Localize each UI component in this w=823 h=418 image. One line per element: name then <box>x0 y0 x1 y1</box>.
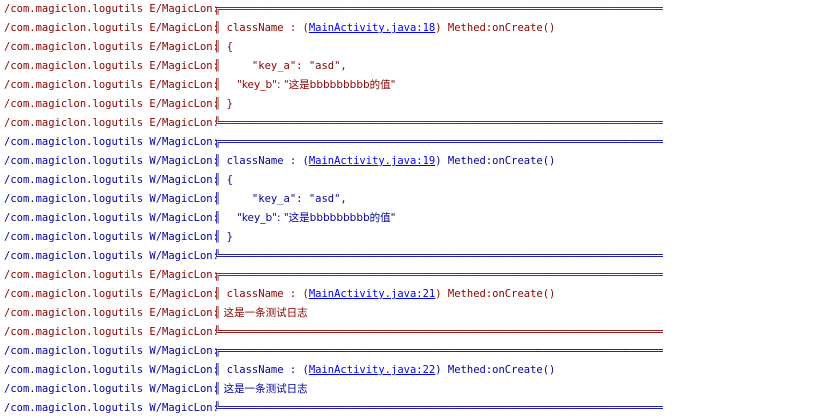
log-tag: /com.magiclon.logutils E/MagicLon: <box>4 288 219 300</box>
log-tag: /com.magiclon.logutils W/MagicLon: <box>4 212 219 224</box>
log-tag: /com.magiclon.logutils E/MagicLon: <box>4 326 219 338</box>
log-line: /com.magiclon.logutils W/MagicLon: ║ clas… <box>0 152 823 171</box>
log-message-suffix: ) Methed:onCreate() <box>435 364 556 376</box>
logcat-output: /com.magiclon.logutils E/MagicLon: ╔═════… <box>0 0 823 417</box>
log-message-suffix: ) Methed:onCreate() <box>435 155 556 167</box>
log-line: /com.magiclon.logutils W/MagicLon: ║ "key… <box>0 190 823 209</box>
log-message: ║ "key_b": "这是bbbbbbbbb的值" <box>214 76 823 95</box>
log-tag: /com.magiclon.logutils E/MagicLon: <box>4 79 219 91</box>
log-line: /com.magiclon.logutils E/MagicLon: ╔═════… <box>0 266 823 285</box>
log-tag: /com.magiclon.logutils W/MagicLon: <box>4 402 219 414</box>
log-message: ║ 这是一条测试日志 <box>214 304 823 323</box>
log-message: ╚═══════════════════════════════════════… <box>214 399 823 418</box>
log-line: /com.magiclon.logutils E/MagicLon: ║ "key… <box>0 57 823 76</box>
log-message-text: ╔═══════════════════════════════════════… <box>214 345 663 357</box>
log-message-text: ║ "key_a": "asd", <box>214 60 347 72</box>
log-line: /com.magiclon.logutils E/MagicLon: ║ clas… <box>0 285 823 304</box>
log-tag: /com.magiclon.logutils E/MagicLon: <box>4 22 219 34</box>
log-message: ║ className : (MainActivity.java:22) Met… <box>214 361 823 380</box>
log-tag: /com.magiclon.logutils E/MagicLon: <box>4 117 219 129</box>
log-message: ║ className : (MainActivity.java:18) Met… <box>214 19 823 38</box>
log-message-text: ║ "key_a": "asd", <box>214 193 347 205</box>
log-tag: /com.magiclon.logutils W/MagicLon: <box>4 193 219 205</box>
log-tag: /com.magiclon.logutils E/MagicLon: <box>4 3 219 15</box>
log-tag: /com.magiclon.logutils E/MagicLon: <box>4 307 219 319</box>
log-line: /com.magiclon.logutils E/MagicLon: ║ { <box>0 38 823 57</box>
log-message: ╔═══════════════════════════════════════… <box>214 266 823 285</box>
log-message-text: ║ { <box>214 41 233 53</box>
log-message: ║ { <box>214 38 823 57</box>
source-link[interactable]: MainActivity.java:22 <box>309 364 435 376</box>
log-tag: /com.magiclon.logutils E/MagicLon: <box>4 269 219 281</box>
log-message: ║ } <box>214 228 823 247</box>
log-tag: /com.magiclon.logutils W/MagicLon: <box>4 136 219 148</box>
log-line: /com.magiclon.logutils W/MagicLon: ║ 这是一条… <box>0 380 823 399</box>
log-tag: /com.magiclon.logutils W/MagicLon: <box>4 155 219 167</box>
log-message: ║ "key_b": "这是bbbbbbbbb的值" <box>214 209 823 228</box>
log-message-text: ║ "key_b": "这是bbbbbbbbb的值" <box>214 212 396 224</box>
log-message: ║ { <box>214 171 823 190</box>
log-tag: /com.magiclon.logutils E/MagicLon: <box>4 60 219 72</box>
log-message-text: ╚═══════════════════════════════════════… <box>214 326 663 338</box>
log-message-text: ╚═══════════════════════════════════════… <box>214 402 663 414</box>
log-message-text: ║ 这是一条测试日志 <box>214 307 308 319</box>
log-line: /com.magiclon.logutils W/MagicLon: ╚═════… <box>0 247 823 266</box>
source-link[interactable]: MainActivity.java:21 <box>309 288 435 300</box>
log-message: ║ 这是一条测试日志 <box>214 380 823 399</box>
log-tag: /com.magiclon.logutils W/MagicLon: <box>4 174 219 186</box>
log-line: /com.magiclon.logutils W/MagicLon: ║ "key… <box>0 209 823 228</box>
log-message: ║ "key_a": "asd", <box>214 57 823 76</box>
log-tag: /com.magiclon.logutils E/MagicLon: <box>4 41 219 53</box>
log-message: ║ "key_a": "asd", <box>214 190 823 209</box>
log-message-suffix: ) Methed:onCreate() <box>435 288 556 300</box>
log-message: ╚═══════════════════════════════════════… <box>214 114 823 133</box>
log-line: /com.magiclon.logutils W/MagicLon: ╔═════… <box>0 133 823 152</box>
log-line: /com.magiclon.logutils E/MagicLon: ╚═════… <box>0 114 823 133</box>
log-message-suffix: ) Methed:onCreate() <box>435 22 556 34</box>
log-message-prefix: ║ className : ( <box>214 155 309 167</box>
log-message: ╚═══════════════════════════════════════… <box>214 247 823 266</box>
log-message: ╔═══════════════════════════════════════… <box>214 0 823 19</box>
log-message: ║ className : (MainActivity.java:19) Met… <box>214 152 823 171</box>
log-message-text: ║ } <box>214 98 233 110</box>
log-message: ╚═══════════════════════════════════════… <box>214 323 823 342</box>
source-link[interactable]: MainActivity.java:18 <box>309 22 435 34</box>
log-tag: /com.magiclon.logutils W/MagicLon: <box>4 364 219 376</box>
log-message-prefix: ║ className : ( <box>214 364 309 376</box>
log-message-prefix: ║ className : ( <box>214 288 309 300</box>
log-message-text: ║ 这是一条测试日志 <box>214 383 308 395</box>
log-line: /com.magiclon.logutils E/MagicLon: ║ "key… <box>0 76 823 95</box>
log-line: /com.magiclon.logutils W/MagicLon: ║ { <box>0 171 823 190</box>
log-tag: /com.magiclon.logutils W/MagicLon: <box>4 250 219 262</box>
log-message: ╔═══════════════════════════════════════… <box>214 342 823 361</box>
log-tag: /com.magiclon.logutils W/MagicLon: <box>4 345 219 357</box>
log-message: ║ } <box>214 95 823 114</box>
log-tag: /com.magiclon.logutils W/MagicLon: <box>4 383 219 395</box>
log-message-text: ║ "key_b": "这是bbbbbbbbb的值" <box>214 79 396 91</box>
log-line: /com.magiclon.logutils E/MagicLon: ║ clas… <box>0 19 823 38</box>
log-tag: /com.magiclon.logutils W/MagicLon: <box>4 231 219 243</box>
log-line: /com.magiclon.logutils W/MagicLon: ║ } <box>0 228 823 247</box>
log-line: /com.magiclon.logutils W/MagicLon: ╚═════… <box>0 399 823 418</box>
log-message: ╔═══════════════════════════════════════… <box>214 133 823 152</box>
log-message-text: ╔═══════════════════════════════════════… <box>214 269 663 281</box>
log-message-prefix: ║ className : ( <box>214 22 309 34</box>
log-line: /com.magiclon.logutils E/MagicLon: ╚═════… <box>0 323 823 342</box>
log-line: /com.magiclon.logutils W/MagicLon: ╔═════… <box>0 342 823 361</box>
log-line: /com.magiclon.logutils E/MagicLon: ╔═════… <box>0 0 823 19</box>
log-tag: /com.magiclon.logutils E/MagicLon: <box>4 98 219 110</box>
log-message-text: ╚═══════════════════════════════════════… <box>214 117 663 129</box>
log-line: /com.magiclon.logutils E/MagicLon: ║ 这是一条… <box>0 304 823 323</box>
log-line: /com.magiclon.logutils E/MagicLon: ║ } <box>0 95 823 114</box>
log-message-text: ╚═══════════════════════════════════════… <box>214 250 663 262</box>
log-line: /com.magiclon.logutils W/MagicLon: ║ clas… <box>0 361 823 380</box>
source-link[interactable]: MainActivity.java:19 <box>309 155 435 167</box>
log-message-text: ║ } <box>214 231 233 243</box>
log-message: ║ className : (MainActivity.java:21) Met… <box>214 285 823 304</box>
log-message-text: ╔═══════════════════════════════════════… <box>214 3 663 15</box>
log-message-text: ╔═══════════════════════════════════════… <box>214 136 663 148</box>
log-message-text: ║ { <box>214 174 233 186</box>
